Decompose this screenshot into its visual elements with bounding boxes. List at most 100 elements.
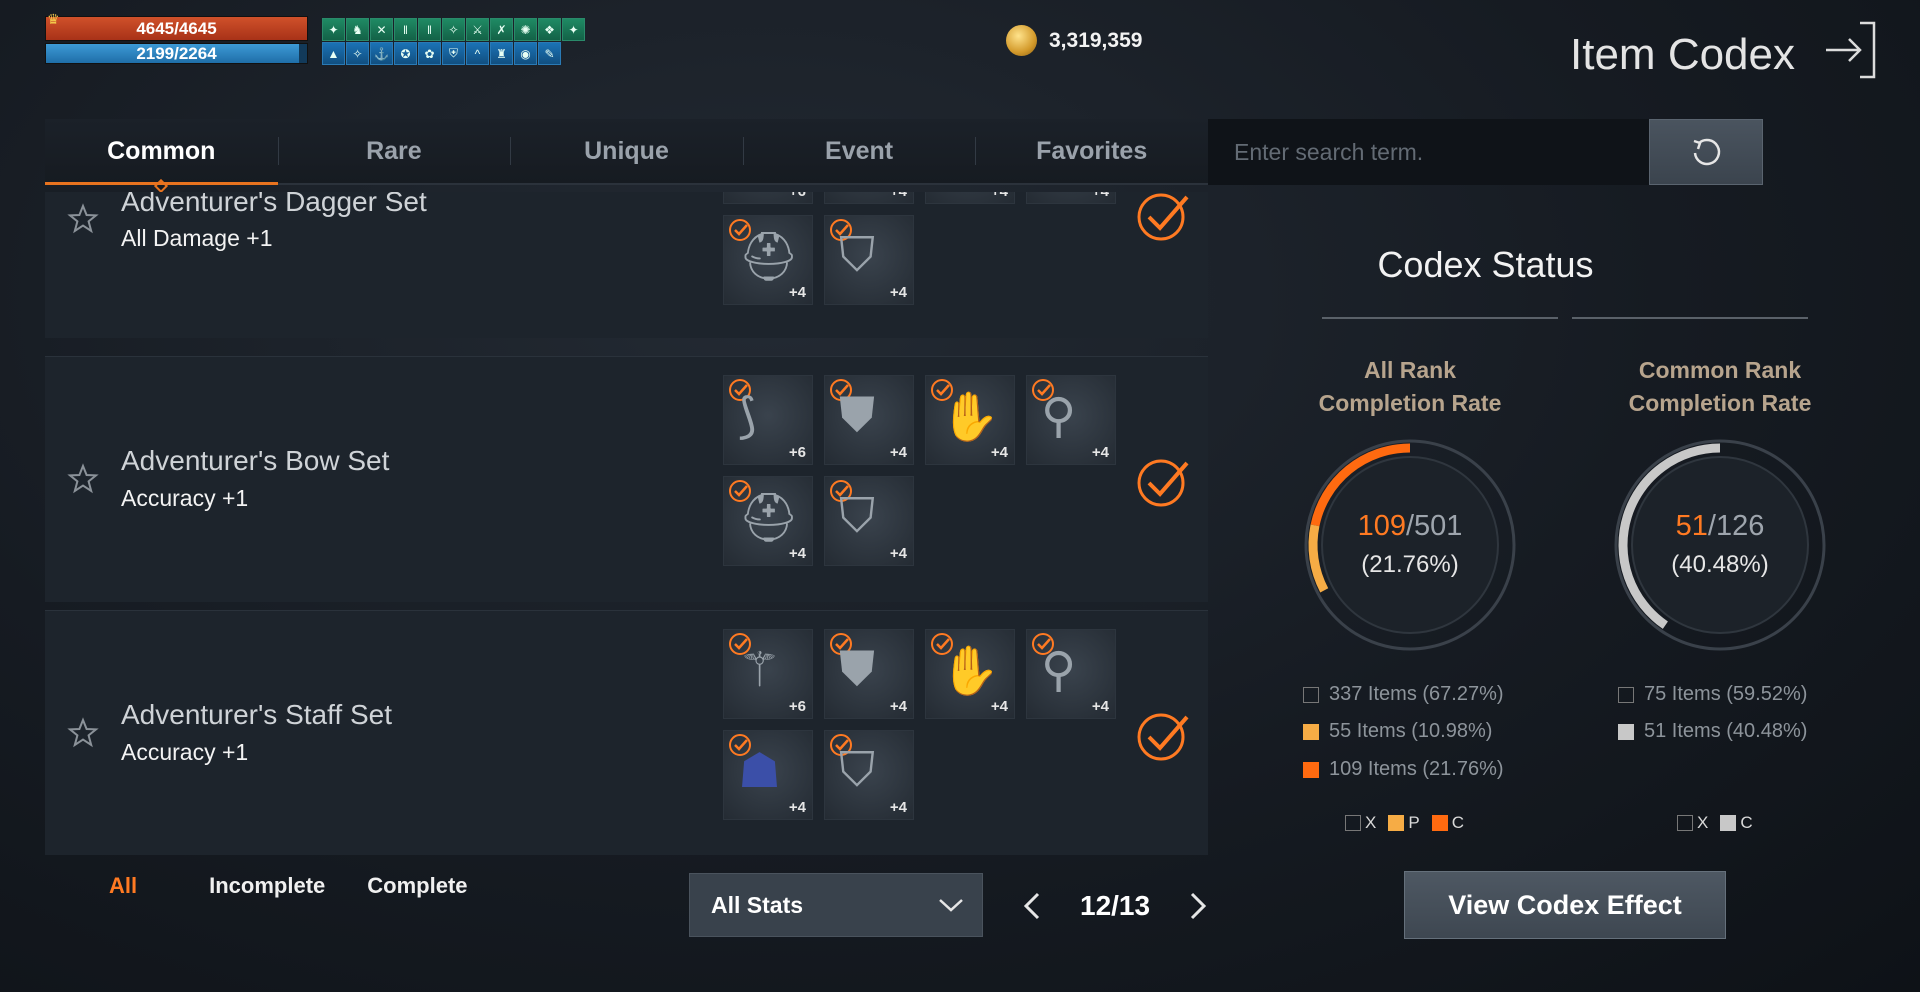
page-title: Item Codex (1570, 30, 1795, 79)
buff-icon[interactable]: ✕ (370, 18, 393, 41)
item-slot[interactable]: ✋+4 (925, 629, 1015, 719)
next-page-icon[interactable] (1188, 891, 1208, 921)
favorite-star-icon[interactable] (67, 463, 99, 495)
item-slot[interactable]: ⛑ +4 (723, 215, 813, 305)
helmet-icon: ⛑ (738, 492, 799, 545)
legend-swatch (1303, 686, 1319, 703)
tab-common[interactable]: Common (45, 119, 278, 194)
buff-icon[interactable]: ✧ (442, 18, 465, 41)
chevron-down-icon (939, 899, 963, 912)
buff-icon[interactable]: ✧ (346, 42, 369, 65)
rank-tabs: Common Rare Unique Event Favorites (45, 119, 1208, 194)
buff-icon[interactable]: ▲ (322, 42, 345, 65)
buff-icons[interactable]: ✦ ♞ ✕ ‖ ‖ ✧ ⚔ ✗ ✺ ❖ ✦ ▲ ✧ ⚓ ✪ ✿ ⛨ ^ ♜ ◉ … (322, 18, 586, 66)
set-complete-check-icon (1137, 713, 1189, 761)
buff-icon[interactable]: ✗ (490, 18, 513, 41)
buff-icon[interactable]: ✎ (538, 42, 561, 65)
favorite-star-icon[interactable] (67, 203, 99, 235)
buff-icon[interactable]: ✦ (322, 18, 345, 41)
list-item[interactable]: Adventurer's Dagger Set All Damage +1 †+… (45, 192, 1208, 338)
page-indicator: 12/13 (1080, 890, 1151, 921)
tab-favorites[interactable]: Favorites (975, 119, 1208, 183)
common-rank-percent: (40.48%) (1671, 551, 1769, 578)
tab-unique[interactable]: Unique (510, 119, 743, 183)
tab-event[interactable]: Event (742, 119, 976, 183)
stats-dropdown[interactable]: All Stats (689, 873, 983, 937)
chest-armor-icon: ⛊ (839, 389, 876, 442)
gold-amount: 3,319,359 (1049, 28, 1143, 52)
exit-icon[interactable] (1822, 20, 1878, 80)
all-rank-ring: 109/501 (21.76%) (1295, 430, 1525, 660)
item-slot[interactable]: ✋+4 (925, 192, 1015, 204)
item-slot[interactable]: ⛊+4 (824, 629, 914, 719)
set-effect: Accuracy +1 (121, 485, 249, 511)
buff-icon[interactable]: ✺ (514, 18, 537, 41)
list-item[interactable]: Adventurer's Bow Set Accuracy +1 ⟆ +6 ⛊ +4… (45, 356, 1208, 602)
all-rank-label: All Rank Completion Rate (1318, 357, 1502, 416)
view-codex-effect-button[interactable]: View Codex Effect (1404, 871, 1726, 939)
item-slot[interactable]: ⚲+4 (1026, 629, 1116, 719)
robe-icon: ⛊ (839, 643, 876, 696)
all-rank-percent: (21.76%) (1361, 551, 1459, 578)
buff-icon[interactable]: ⛨ (442, 42, 465, 65)
buff-icon[interactable]: ♜ (490, 42, 513, 65)
item-slot[interactable]: ⚲+4 (1026, 375, 1116, 465)
item-slot[interactable]: ⚲+4 (1026, 192, 1116, 204)
search-input[interactable] (1208, 119, 1649, 185)
buff-icon[interactable]: ‖ (394, 18, 417, 41)
staff-icon: ⚚ (738, 644, 782, 697)
helmet-icon: ⛑ (738, 231, 799, 284)
buff-icon[interactable]: ⚓ (370, 42, 393, 65)
set-list[interactable]: Adventurer's Dagger Set All Damage +1 †+… (45, 192, 1208, 855)
gold-display: 3,319,359 (1006, 25, 1142, 56)
gold-coin-icon (1006, 25, 1037, 56)
item-slot[interactable]: ⛊+4 (824, 192, 914, 204)
set-name: Adventurer's Staff Set (121, 699, 392, 730)
legend-swatch (1303, 761, 1319, 778)
search-bar (1208, 119, 1763, 185)
buff-icon[interactable]: ⚔ (466, 18, 489, 41)
hp-value: 4645/4645 (136, 19, 217, 38)
item-slot[interactable]: ⛉ +4 (824, 215, 914, 305)
item-slot[interactable]: †+6 (723, 192, 813, 204)
item-slot[interactable]: ⛊+4 (824, 375, 914, 465)
item-slot[interactable]: ⛑ +4 (723, 476, 813, 566)
set-complete-check-icon (1137, 193, 1189, 241)
boots-icon: ⚲ (1041, 644, 1077, 697)
item-slot[interactable]: ☗ +4 (723, 730, 813, 820)
refresh-button[interactable] (1649, 119, 1763, 185)
active-tab-marker (154, 178, 169, 194)
legend-partial: 55 Items (10.98%) (1303, 720, 1492, 743)
item-slot[interactable]: ⛉ +4 (824, 476, 914, 566)
list-item[interactable]: Adventurer's Staff Set Accuracy +1 ⚚ +6 ⛊… (45, 610, 1208, 855)
buff-icon[interactable]: ^ (466, 42, 489, 65)
gauntlet-icon: ✋ (940, 391, 1000, 444)
legend-swatch (1618, 723, 1634, 740)
favorite-star-icon[interactable] (67, 717, 99, 749)
legend-complete: 109 Items (21.76%) (1303, 758, 1504, 781)
tab-rare[interactable]: Rare (277, 119, 511, 183)
hood-icon: ☗ (738, 745, 782, 798)
buff-icon[interactable]: ‖ (418, 18, 441, 41)
buff-icon[interactable]: ◉ (514, 42, 537, 65)
item-slot[interactable]: ✋+4 (925, 375, 1015, 465)
buff-icon[interactable]: ✪ (394, 42, 417, 65)
buff-icon[interactable]: ✦ (562, 18, 585, 41)
divider (1322, 317, 1808, 319)
legend-complete: 51 Items (40.48%) (1618, 720, 1807, 743)
item-slot[interactable]: ⚚ +6 (723, 629, 813, 719)
filter-all[interactable]: All (109, 873, 137, 899)
mp-value: 2199/2264 (136, 44, 217, 63)
item-slot[interactable]: ⟆ +6 (723, 375, 813, 465)
refresh-icon (1693, 138, 1721, 166)
bow-icon: ⟆ (738, 390, 757, 443)
common-rank-ring: 51/126 (40.48%) (1605, 430, 1835, 660)
prev-page-icon[interactable] (1022, 891, 1042, 921)
filter-incomplete[interactable]: Incomplete (209, 873, 325, 899)
buff-icon[interactable]: ♞ (346, 18, 369, 41)
pagination: 12/13 (1022, 890, 1208, 922)
buff-icon[interactable]: ❖ (538, 18, 561, 41)
filter-complete[interactable]: Complete (367, 873, 467, 899)
buff-icon[interactable]: ✿ (418, 42, 441, 65)
item-slot[interactable]: ⛉ +4 (824, 730, 914, 820)
